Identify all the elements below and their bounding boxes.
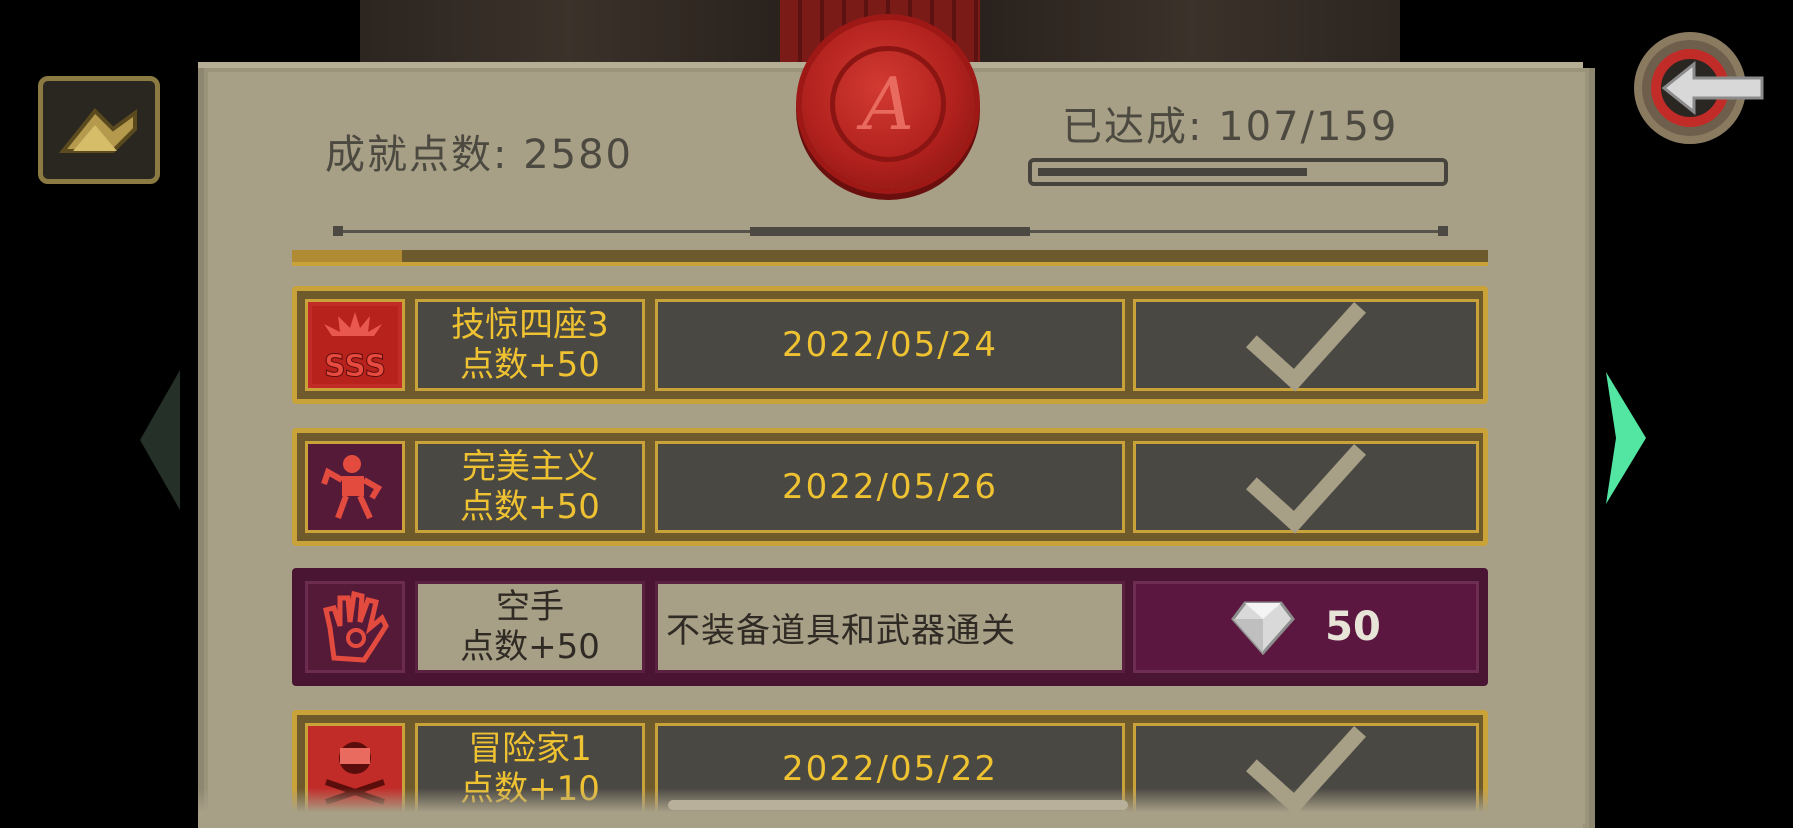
achievement-points-reward: 点数+50 bbox=[460, 627, 600, 667]
skeleton-pose-icon bbox=[312, 448, 398, 526]
svg-text:SSS: SSS bbox=[324, 349, 386, 384]
achievement-points-reward: 点数+50 bbox=[460, 345, 600, 385]
achievement-points: 成就点数: 2580 bbox=[325, 132, 633, 178]
checkmark-icon bbox=[1246, 268, 1366, 392]
wax-seal: A bbox=[802, 20, 974, 188]
next-page-arrow[interactable] bbox=[1606, 372, 1646, 504]
achievement-status-cell bbox=[1133, 410, 1479, 534]
achieved-count: 已达成: 107/159 bbox=[1062, 104, 1399, 150]
achievement-description-cell: 不装备道具和武器通关 bbox=[655, 581, 1125, 673]
achievement-reward-cell: 50 bbox=[1133, 581, 1479, 673]
achievement-description: 不装备道具和武器通关 bbox=[666, 610, 1016, 651]
tab-track-end bbox=[333, 226, 343, 236]
achievement-icon-cell bbox=[305, 581, 405, 673]
gem-reward-amount: 50 bbox=[1325, 604, 1381, 650]
diamond-icon bbox=[1231, 601, 1296, 655]
achievement-name: 技惊四座3 bbox=[451, 305, 609, 345]
checkmark-icon bbox=[1246, 410, 1366, 534]
achievement-row-locked[interactable]: 空手 点数+50 不装备道具和武器通关 50 bbox=[292, 568, 1488, 686]
progress-fill bbox=[1038, 168, 1307, 176]
achievement-row[interactable]: SSS 技惊四座3 点数+50 2022/05/24 bbox=[292, 268, 1488, 404]
home-indicator bbox=[668, 800, 1128, 810]
completion-date: 2022/05/24 bbox=[782, 325, 998, 365]
seal-letter: A bbox=[830, 46, 946, 162]
achievement-progress-bar bbox=[1028, 158, 1448, 186]
sss-rank-icon: SSS bbox=[312, 306, 398, 384]
achievement-name: 完美主义 bbox=[462, 447, 598, 487]
list-top-edge bbox=[292, 250, 1488, 266]
achievement-date-cell: 2022/05/24 bbox=[655, 299, 1125, 391]
back-arrow-icon bbox=[1634, 32, 1764, 144]
achievement-name-cell: 空手 点数+50 bbox=[415, 581, 645, 673]
completion-date: 2022/05/26 bbox=[782, 467, 998, 507]
home-button[interactable] bbox=[38, 76, 160, 184]
category-tab-active[interactable] bbox=[750, 227, 1030, 236]
achievement-date-cell: 2022/05/26 bbox=[655, 441, 1125, 533]
achievement-name: 冒险家1 bbox=[468, 729, 592, 769]
achievement-name-cell: 完美主义 点数+50 bbox=[415, 441, 645, 533]
achievement-name-cell: 技惊四座3 点数+50 bbox=[415, 299, 645, 391]
chevron-right-icon bbox=[1606, 372, 1646, 504]
previous-page-arrow[interactable] bbox=[140, 370, 180, 510]
achievement-name: 空手 bbox=[496, 587, 564, 627]
achievement-status-cell bbox=[1133, 268, 1479, 392]
home-icon bbox=[58, 108, 137, 153]
achievement-row[interactable]: 完美主义 点数+50 2022/05/26 bbox=[292, 410, 1488, 546]
achievement-icon-cell: SSS bbox=[305, 299, 405, 391]
achievement-points-reward: 点数+50 bbox=[460, 487, 600, 527]
back-button[interactable] bbox=[1630, 28, 1770, 148]
tab-track-end bbox=[1438, 226, 1448, 236]
achievement-icon-cell bbox=[305, 441, 405, 533]
completion-date: 2022/05/22 bbox=[782, 749, 998, 789]
open-hand-icon bbox=[312, 588, 398, 666]
